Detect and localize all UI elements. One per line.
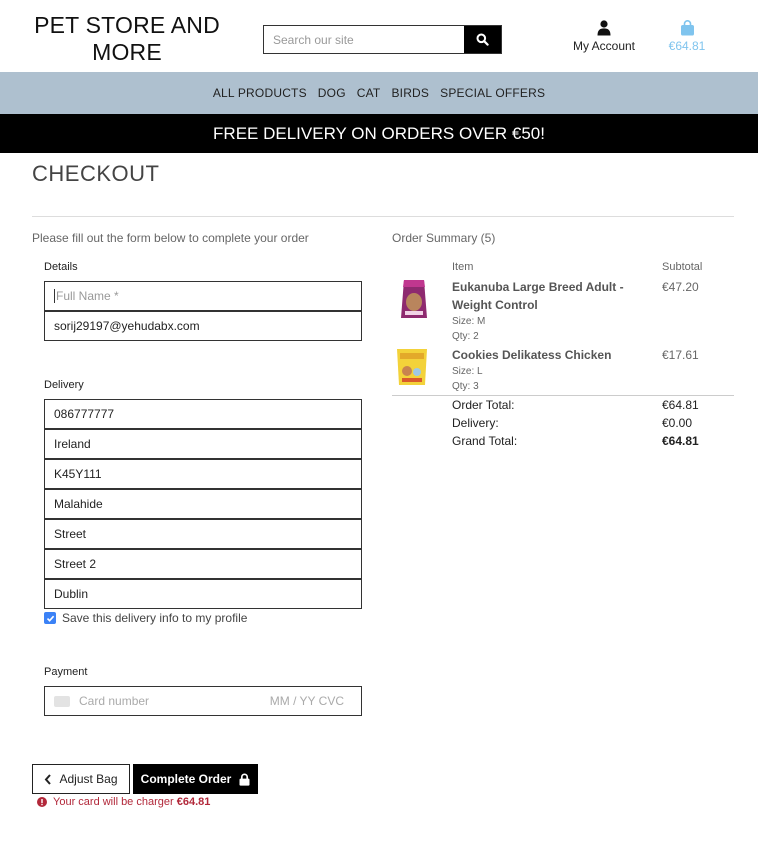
chevron-left-icon [45, 773, 52, 785]
search-button[interactable] [464, 26, 501, 53]
site-header: PET STORE AND MORE My Account €64.81 [0, 0, 758, 72]
town-field[interactable]: Malahide [44, 489, 362, 519]
search-icon [476, 33, 489, 46]
divider [32, 216, 734, 217]
nav-item-cat[interactable]: CAT [357, 86, 381, 100]
charge-notice: Your card will be charger €64.81 [37, 796, 210, 808]
credit-card-icon [54, 695, 70, 707]
bag-total: €64.81 [668, 39, 706, 53]
my-account-link[interactable]: My Account [566, 20, 642, 53]
card-number-placeholder: Card number [79, 694, 150, 708]
grand-total-value: €64.81 [662, 434, 699, 448]
card-expiry-cvc-placeholder: MM / YY CVC [269, 694, 344, 708]
country-select[interactable]: Ireland [44, 429, 362, 459]
save-info-label: Save this delivery info to my profile [62, 611, 248, 625]
complete-order-button[interactable]: Complete Order [133, 764, 258, 794]
product-qty: Qty: 2 [452, 331, 479, 342]
full-name-field[interactable]: Full Name * [44, 281, 362, 311]
product-size: Size: L [452, 366, 483, 377]
nav-item-birds[interactable]: BIRDS [391, 86, 429, 100]
form-instructions: Please fill out the form below to comple… [32, 231, 309, 245]
order-total-label: Order Total: [452, 398, 515, 412]
shopping-bag-icon [680, 20, 694, 36]
free-delivery-banner: FREE DELIVERY ON ORDERS OVER €50! [0, 114, 758, 153]
postcode-field[interactable]: K45Y111 [44, 459, 362, 489]
product-size: Size: M [452, 316, 486, 327]
product-subtotal: €47.20 [662, 280, 699, 294]
card-element[interactable]: Card number MM / YY CVC [44, 686, 362, 716]
column-header-item: Item [452, 261, 474, 273]
column-header-subtotal: Subtotal [662, 261, 703, 273]
search-form [263, 25, 502, 54]
product-subtotal: €17.61 [662, 348, 699, 362]
summary-divider [392, 395, 734, 396]
adjust-bag-label: Adjust Bag [59, 772, 118, 786]
text-cursor [54, 289, 55, 303]
street-address-1-field[interactable]: Street [44, 519, 362, 549]
product-name: Eukanuba Large Breed Adult - Weight Cont… [452, 280, 624, 312]
save-info-row: Save this delivery info to my profile [44, 611, 247, 625]
payment-label: Payment [44, 666, 88, 678]
full-name-placeholder: Full Name * [56, 289, 119, 303]
alert-icon [37, 797, 47, 807]
lock-icon [239, 773, 250, 786]
shopping-bag-link[interactable]: €64.81 [660, 20, 714, 53]
complete-order-label: Complete Order [140, 772, 232, 786]
details-label: Details [44, 261, 78, 273]
county-field[interactable]: Dublin [44, 579, 362, 609]
checkmark-icon [46, 615, 54, 622]
save-info-checkbox[interactable] [44, 612, 56, 624]
phone-field[interactable]: 086777777 [44, 399, 362, 429]
page-title: CHECKOUT [32, 161, 160, 186]
email-field[interactable]: sorij29197@yehudabx.com [44, 311, 362, 341]
delivery-label: Delivery [44, 379, 84, 391]
grand-total-label: Grand Total: [452, 434, 518, 448]
my-account-label: My Account [572, 39, 636, 53]
product-qty: Qty: 3 [452, 381, 479, 392]
search-input[interactable] [264, 26, 465, 53]
order-total-value: €64.81 [662, 398, 699, 412]
adjust-bag-button[interactable]: Adjust Bag [32, 764, 130, 794]
delivery-cost-label: Delivery: [452, 416, 499, 430]
order-summary-title: Order Summary (5) [392, 231, 496, 245]
nav-item-dog[interactable]: DOG [318, 86, 346, 100]
street-address-2-field[interactable]: Street 2 [44, 549, 362, 579]
product-image-dog-treats-bag [397, 349, 427, 385]
nav-item-all-products[interactable]: ALL PRODUCTS [213, 86, 307, 100]
site-logo[interactable]: PET STORE AND MORE [32, 12, 222, 66]
product-name: Cookies Delikatess Chicken [452, 348, 612, 362]
product-image-dog-food-bag [401, 280, 427, 318]
charge-amount: €64.81 [176, 796, 211, 808]
delivery-cost-value: €0.00 [662, 416, 693, 430]
nav-item-special-offers[interactable]: SPECIAL OFFERS [440, 86, 545, 100]
user-icon [597, 20, 611, 36]
charge-notice-text: Your card will be charger [53, 796, 174, 808]
main-nav: ALL PRODUCTS DOG CAT BIRDS SPECIAL OFFER… [0, 72, 758, 114]
